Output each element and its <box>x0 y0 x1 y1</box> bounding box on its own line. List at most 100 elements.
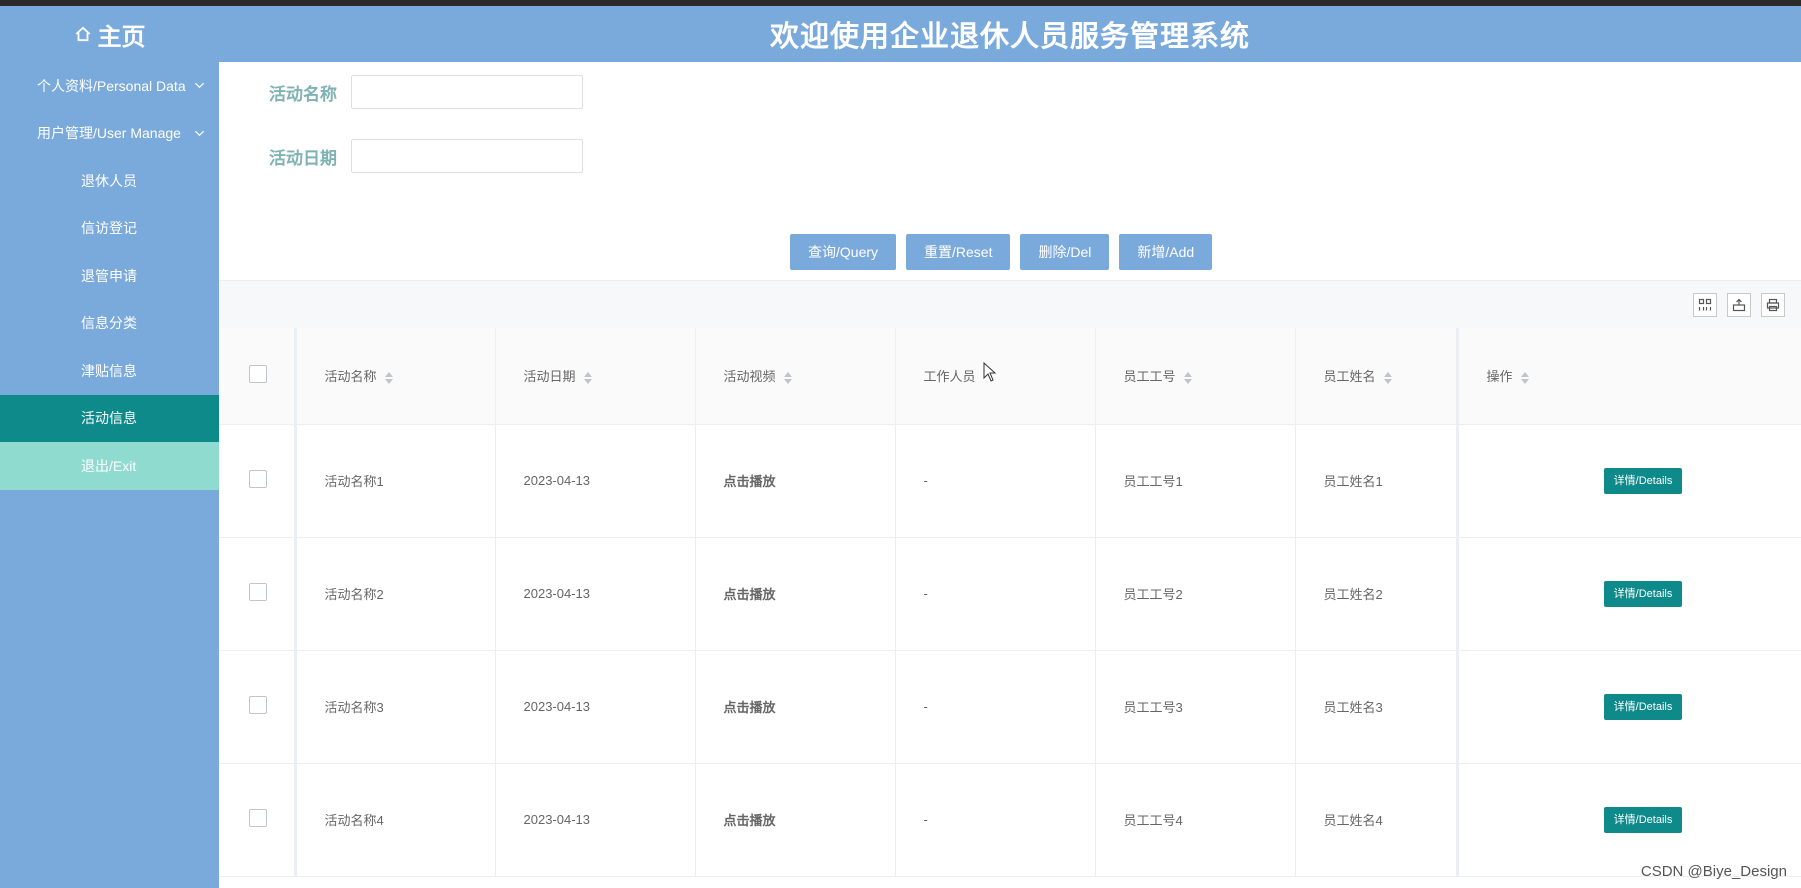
cell-employee-name: 员工姓名1 <box>1295 424 1458 538</box>
sidebar-item-label: 津贴信息 <box>81 362 137 379</box>
cell-employee-name: 员工姓名3 <box>1295 650 1458 764</box>
column-header-label: 活动日期 <box>523 369 576 385</box>
columns-tool[interactable] <box>1693 293 1717 317</box>
table-row: 活动名称1 2023-04-13 点击播放 - 员工工号1 员工姓名1 详情/D… <box>219 424 1801 538</box>
cell-play-video-link[interactable]: 点击播放 <box>695 763 896 877</box>
column-header-actions[interactable]: 操作 <box>1455 328 1801 425</box>
row-select-cell <box>219 650 297 764</box>
reset-button[interactable]: 重置/Reset <box>906 234 1011 270</box>
select-all-checkbox[interactable] <box>249 365 267 384</box>
details-button[interactable]: 详情/Details <box>1603 806 1683 833</box>
row-select-cell <box>219 763 297 877</box>
sidebar-item-label: 退管申请 <box>81 267 137 284</box>
main-content: 活动名称 活动日期 查询/Query 重置/Reset 删除/Del 新增/Ad… <box>219 62 1801 888</box>
sort-icon <box>783 371 792 384</box>
column-header-employee-name[interactable]: 员工姓名 <box>1295 328 1458 425</box>
column-header-employee-id[interactable]: 员工工号 <box>1095 328 1296 425</box>
mouse-pointer-icon <box>983 362 997 382</box>
delete-button[interactable]: 删除/Del <box>1020 234 1110 270</box>
sort-icon <box>384 371 393 384</box>
top-header: 主页 欢迎使用企业退休人员服务管理系统 <box>0 6 1801 62</box>
cell-activity-name: 活动名称1 <box>295 424 496 538</box>
column-header-activity-date[interactable]: 活动日期 <box>495 328 696 425</box>
cell-actions: 详情/Details <box>1455 650 1801 764</box>
activity-date-input[interactable] <box>351 139 583 173</box>
home-icon <box>75 26 90 42</box>
sort-icon <box>583 371 592 384</box>
sidebar-item-label: 退出/Exit <box>81 457 137 474</box>
cell-activity-date: 2023-04-13 <box>495 650 696 764</box>
table-row: 活动名称2 2023-04-13 点击播放 - 员工工号2 员工姓名2 详情/D… <box>219 537 1801 651</box>
activity-name-input[interactable] <box>351 75 583 109</box>
home-label: 主页 <box>97 23 146 51</box>
cell-actions: 详情/Details <box>1455 424 1801 538</box>
details-button[interactable]: 详情/Details <box>1603 580 1683 607</box>
sidebar-item-retirement-application[interactable]: 退管申请 <box>0 252 219 300</box>
sort-icon <box>1383 371 1392 384</box>
cell-employee-id: 员工工号2 <box>1095 537 1296 651</box>
column-header-label: 活动视频 <box>723 369 776 385</box>
cell-employee-id: 员工工号4 <box>1095 763 1296 877</box>
cell-employee-id: 员工工号3 <box>1095 650 1296 764</box>
column-header-activity-video[interactable]: 活动视频 <box>695 328 896 425</box>
cell-activity-name: 活动名称2 <box>295 537 496 651</box>
column-header-label: 操作 <box>1486 369 1513 385</box>
sidebar-item-allowance[interactable]: 津贴信息 <box>0 347 219 395</box>
sidebar: 个人资料/Personal Data 用户管理/User Manage 退休人员… <box>0 62 219 888</box>
sidebar-item-personal-data[interactable]: 个人资料/Personal Data <box>0 62 219 110</box>
cell-staff: - <box>895 424 1096 538</box>
column-header-activity-name[interactable]: 活动名称 <box>295 328 496 425</box>
row-checkbox[interactable] <box>249 809 267 827</box>
print-tool[interactable] <box>1761 293 1785 317</box>
export-tool[interactable] <box>1727 293 1751 317</box>
row-select-cell <box>219 537 297 651</box>
row-select-cell <box>219 424 297 538</box>
activity-table: 活动名称 活动日期 活动视频 工作人员 员工工号 员工姓名 操作 活动名称1 2… <box>219 328 1801 877</box>
sidebar-item-activity-info[interactable]: 活动信息 <box>0 394 219 442</box>
sidebar-item-label: 信息分类 <box>81 315 137 332</box>
sidebar-item-label: 信访登记 <box>81 220 137 237</box>
add-button[interactable]: 新增/Add <box>1119 234 1213 270</box>
query-button[interactable]: 查询/Query <box>790 234 897 270</box>
select-all-cell <box>219 328 297 425</box>
activity-date-label: 活动日期 <box>269 148 337 168</box>
chevron-down-icon <box>194 130 205 136</box>
row-checkbox[interactable] <box>249 696 267 714</box>
print-icon <box>1766 298 1780 312</box>
cell-play-video-link[interactable]: 点击播放 <box>695 650 896 764</box>
activity-name-label: 活动名称 <box>269 84 337 104</box>
chevron-down-icon <box>194 82 205 89</box>
cell-staff: - <box>895 650 1096 764</box>
action-buttons: 查询/Query 重置/Reset 删除/Del 新增/Add <box>790 234 1213 270</box>
sidebar-item-retirees[interactable]: 退休人员 <box>0 157 219 205</box>
page-title: 欢迎使用企业退休人员服务管理系统 <box>769 21 1250 53</box>
sidebar-item-info-category[interactable]: 信息分类 <box>0 300 219 348</box>
sidebar-item-exit[interactable]: 退出/Exit <box>0 442 219 490</box>
cell-employee-name: 员工姓名2 <box>1295 537 1458 651</box>
details-button[interactable]: 详情/Details <box>1603 693 1683 720</box>
row-checkbox[interactable] <box>249 470 267 488</box>
sidebar-item-user-manage[interactable]: 用户管理/User Manage <box>0 110 219 158</box>
cell-staff: - <box>895 537 1096 651</box>
column-header-label: 工作人员 <box>923 369 976 385</box>
search-date-row: 活动日期 <box>269 139 583 173</box>
column-header-label: 员工工号 <box>1123 369 1176 385</box>
sidebar-item-petition[interactable]: 信访登记 <box>0 205 219 253</box>
home-link[interactable]: 主页 <box>0 6 219 62</box>
sidebar-item-label: 个人资料/Personal Data <box>37 77 186 94</box>
cell-play-video-link[interactable]: 点击播放 <box>695 424 896 538</box>
watermark: CSDN @Biye_Design <box>1640 863 1787 880</box>
table-toolbar <box>219 280 1801 329</box>
cell-employee-id: 员工工号1 <box>1095 424 1296 538</box>
table-row: 活动名称3 2023-04-13 点击播放 - 员工工号3 员工姓名3 详情/D… <box>219 650 1801 764</box>
export-icon <box>1732 298 1746 312</box>
details-button[interactable]: 详情/Details <box>1603 467 1683 494</box>
grid-columns-icon <box>1698 298 1712 311</box>
sidebar-item-label: 活动信息 <box>81 410 137 427</box>
cell-activity-date: 2023-04-13 <box>495 537 696 651</box>
column-header-label: 员工姓名 <box>1323 369 1376 385</box>
cell-staff: - <box>895 763 1096 877</box>
row-checkbox[interactable] <box>249 583 267 601</box>
cell-actions: 详情/Details <box>1455 763 1801 877</box>
cell-play-video-link[interactable]: 点击播放 <box>695 537 896 651</box>
